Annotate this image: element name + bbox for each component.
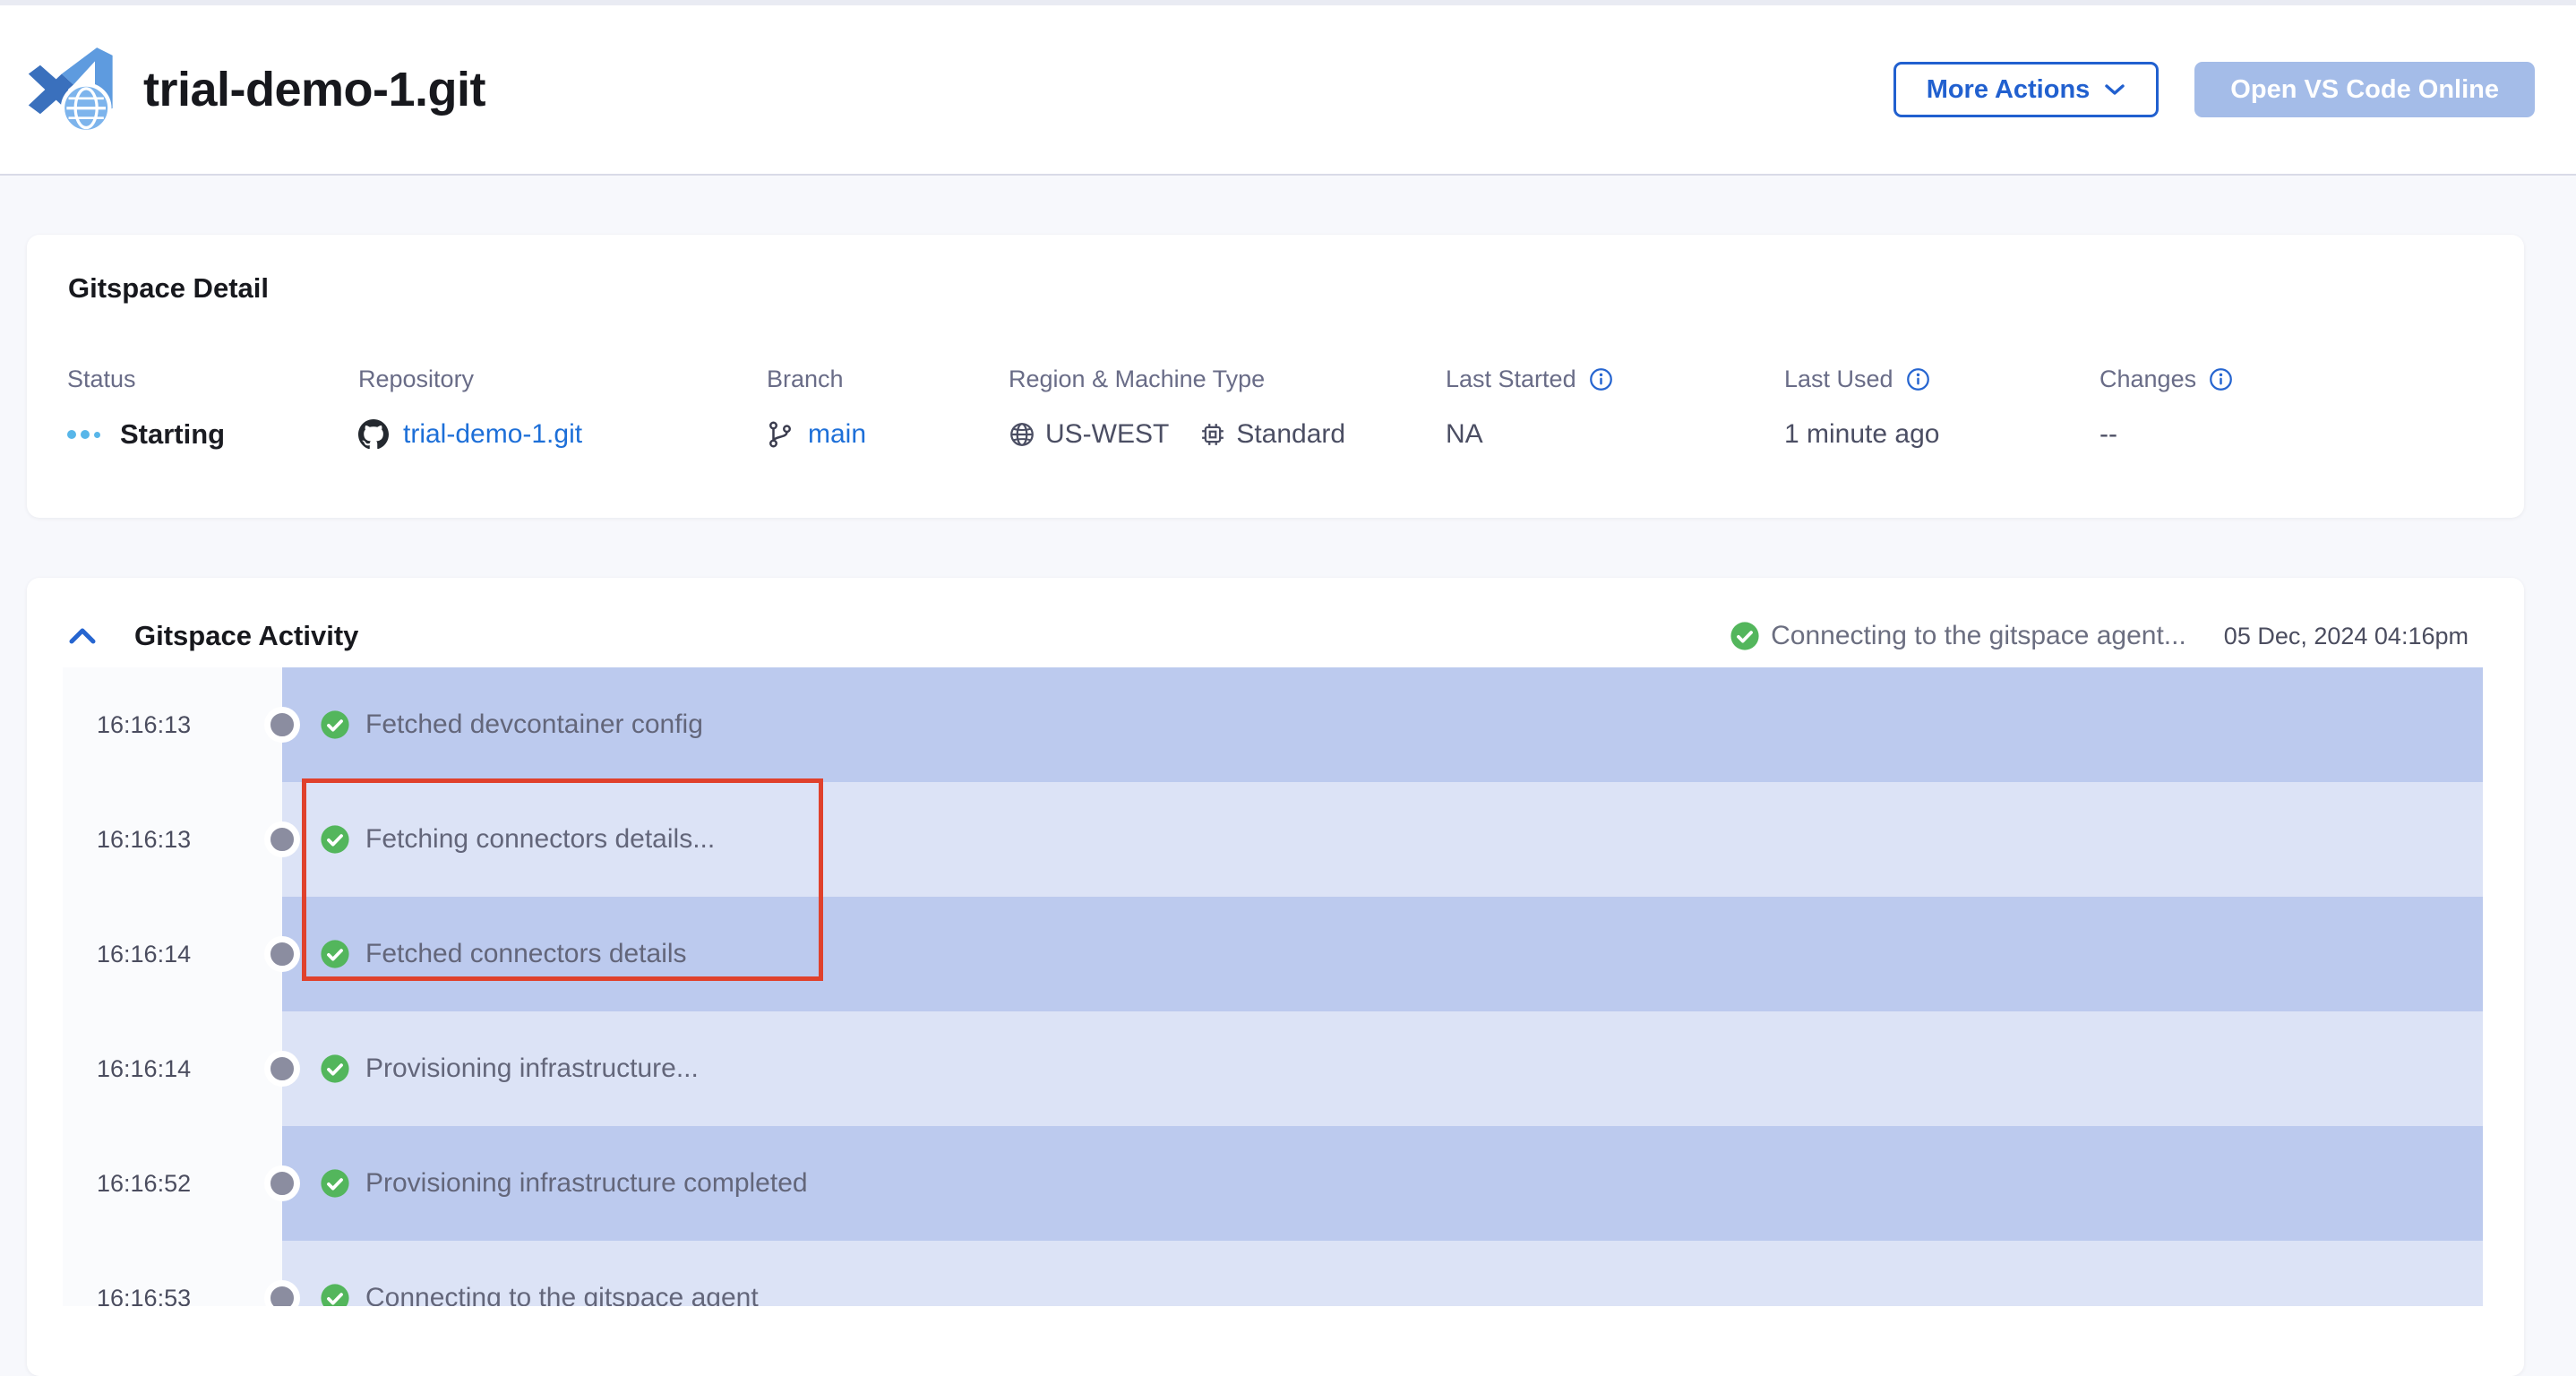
open-vscode-online-button[interactable]: Open VS Code Online <box>2194 62 2535 117</box>
gitspace-activity-card: Gitspace Activity Connecting to the gits… <box>27 578 2524 1376</box>
region-machine-label: Region & Machine Type <box>1009 366 1345 393</box>
log-text: Fetched devcontainer config <box>365 710 703 740</box>
last-used-value: 1 minute ago <box>1784 419 1939 450</box>
log-time: 16:16:14 <box>97 1055 191 1083</box>
log-row: 16:16:14 Provisioning infrastructure... <box>63 1011 2483 1126</box>
log-text: Fetched connectors details <box>365 939 687 969</box>
gitspace-detail-card: Gitspace Detail Status Starting Reposito… <box>27 235 2524 518</box>
info-icon[interactable] <box>1589 367 1613 391</box>
timeline-dot-icon <box>264 821 300 857</box>
timeline-dot-icon <box>264 1051 300 1087</box>
collapse-chevron-up-icon[interactable] <box>68 626 97 646</box>
check-circle-icon <box>320 710 350 740</box>
more-actions-button[interactable]: More Actions <box>1893 62 2160 117</box>
changes-value: -- <box>2099 419 2117 450</box>
log-row: 16:16:13 Fetching connectors details... <box>63 782 2483 897</box>
log-row: 16:16:13 Fetched devcontainer config <box>63 667 2483 782</box>
activity-header: Gitspace Activity Connecting to the gits… <box>27 612 2524 660</box>
branch-link[interactable]: main <box>808 419 866 450</box>
check-circle-icon <box>1730 621 1760 651</box>
changes-label: Changes <box>2099 366 2196 393</box>
check-circle-icon <box>320 824 350 855</box>
field-repository: Repository trial-demo-1.git <box>358 366 582 454</box>
info-icon[interactable] <box>1906 367 1930 391</box>
field-status: Status Starting <box>67 366 225 454</box>
branch-label: Branch <box>767 366 866 393</box>
page-header: trial-demo-1.git More Actions Open VS Co… <box>0 0 2576 176</box>
gitspace-detail-title: Gitspace Detail <box>68 272 269 305</box>
field-branch: Branch main <box>767 366 866 454</box>
activity-log[interactable]: 16:16:13 Fetched devcontainer config 16:… <box>63 667 2483 1306</box>
log-row: 16:16:14 Fetched connectors details <box>63 897 2483 1011</box>
activity-status-text: Connecting to the gitspace agent... <box>1771 621 2186 651</box>
log-row: 16:16:53 Connecting to the gitspace agen… <box>63 1241 2483 1306</box>
field-last-used: Last Used 1 minute ago <box>1784 366 1939 454</box>
repository-label: Repository <box>358 366 582 393</box>
timeline-dot-icon <box>264 936 300 972</box>
globe-icon <box>1009 421 1035 448</box>
open-vscode-online-label: Open VS Code Online <box>2230 75 2499 105</box>
check-circle-icon <box>320 1168 350 1199</box>
last-used-label: Last Used <box>1784 366 1893 393</box>
field-changes: Changes -- <box>2099 366 2233 454</box>
repository-link[interactable]: trial-demo-1.git <box>403 419 582 450</box>
github-icon <box>358 419 389 450</box>
log-text: Provisioning infrastructure completed <box>365 1168 808 1199</box>
log-time: 16:16:14 <box>97 941 191 968</box>
page-title: trial-demo-1.git <box>143 62 485 117</box>
info-icon[interactable] <box>2209 367 2233 391</box>
log-time: 16:16:13 <box>97 711 191 739</box>
activity-timestamp: 05 Dec, 2024 04:16pm <box>2224 623 2469 650</box>
log-text: Connecting to the gitspace agent <box>365 1283 759 1306</box>
log-time: 16:16:52 <box>97 1170 191 1198</box>
timeline-dot-icon <box>264 707 300 743</box>
status-label: Status <box>67 366 225 393</box>
log-row: 16:16:52 Provisioning infrastructure com… <box>63 1126 2483 1241</box>
activity-title: Gitspace Activity <box>134 620 358 652</box>
last-started-value: NA <box>1446 419 1483 450</box>
machine-type-icon <box>1199 421 1226 448</box>
more-actions-label: More Actions <box>1927 75 2091 105</box>
chevron-down-icon <box>2104 83 2125 96</box>
log-text: Fetching connectors details... <box>365 824 715 855</box>
region-value: US-WEST <box>1045 419 1169 450</box>
last-started-label: Last Started <box>1446 366 1576 393</box>
machine-type-value: Standard <box>1236 419 1345 450</box>
vscode-gitspace-logo-icon <box>23 47 124 133</box>
timeline-dot-icon <box>264 1165 300 1201</box>
status-loading-dots-icon <box>67 430 100 439</box>
git-branch-icon <box>767 419 794 450</box>
check-circle-icon <box>320 939 350 969</box>
log-time: 16:16:53 <box>97 1285 191 1307</box>
check-circle-icon <box>320 1054 350 1084</box>
status-value: Starting <box>120 418 225 451</box>
log-time: 16:16:13 <box>97 826 191 854</box>
log-text: Provisioning infrastructure... <box>365 1054 699 1084</box>
field-region-machine: Region & Machine Type US-WEST <box>1009 366 1345 454</box>
check-circle-icon <box>320 1283 350 1306</box>
field-last-started: Last Started NA <box>1446 366 1613 454</box>
